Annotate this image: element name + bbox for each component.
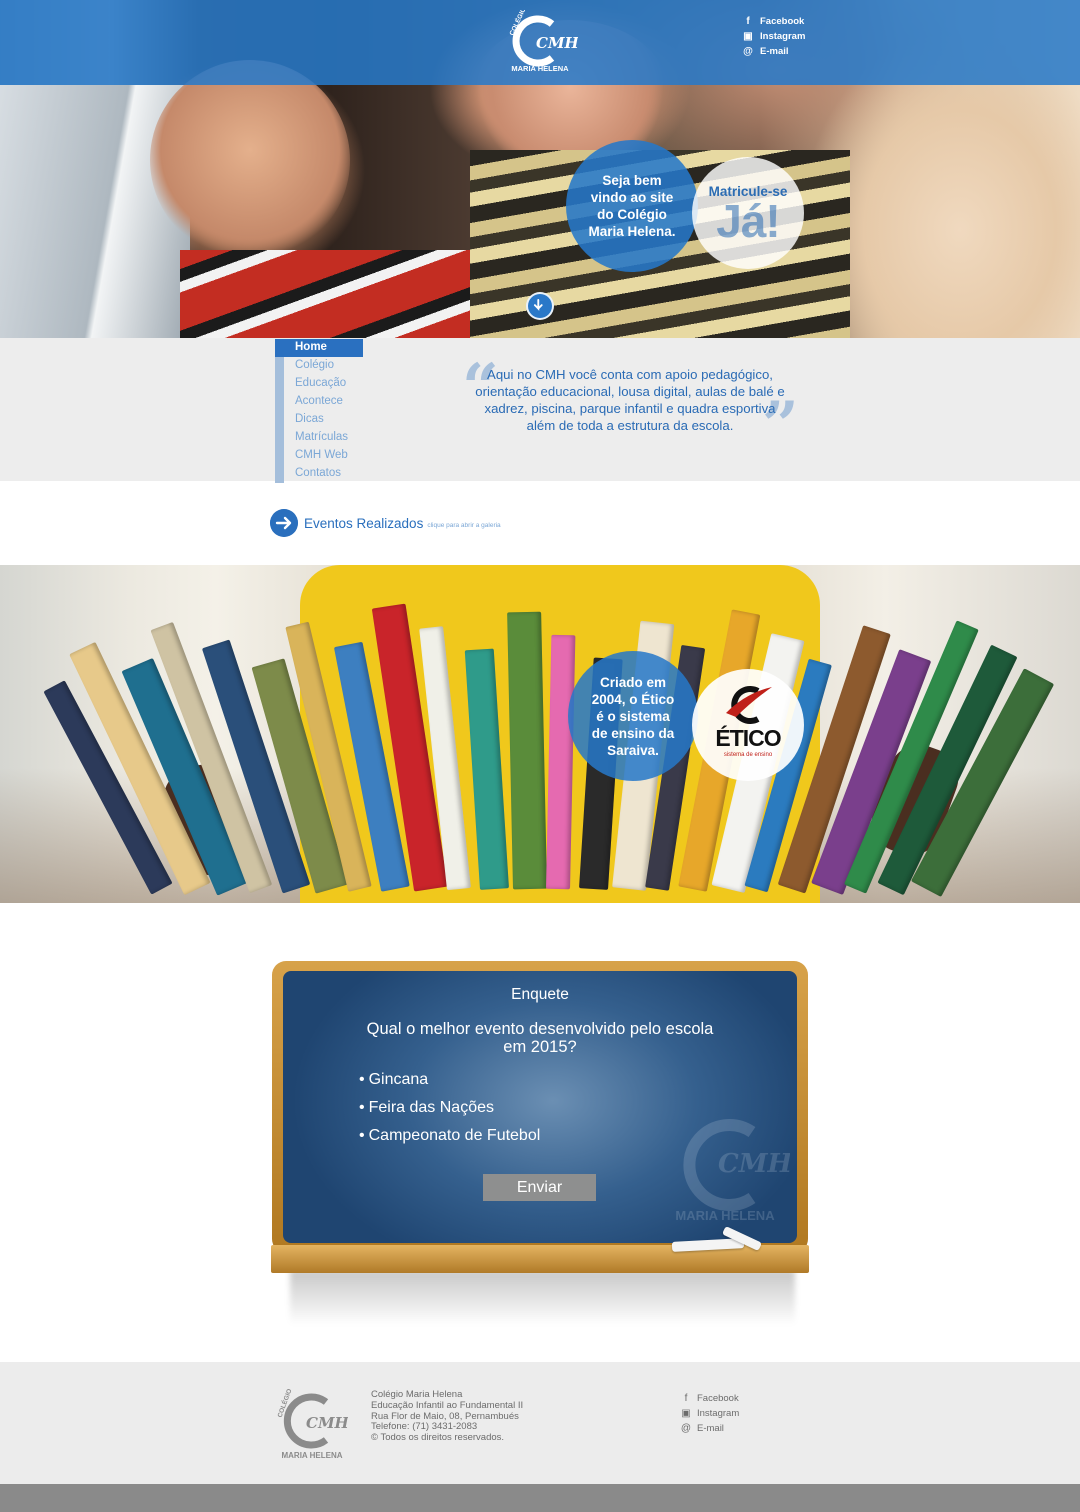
svg-text:MARIA HELENA: MARIA HELENA [281,1451,342,1460]
footer-social-facebook[interactable]: f Facebook [680,1391,739,1406]
events-subtitle: clique para abrir a galeria [427,521,501,529]
school-logo[interactable]: CMH COLÉGIO MARIA HELENA [502,10,578,74]
email-icon: @ [743,46,753,57]
arrow-down-icon[interactable] [526,292,554,320]
footer-line: Educação Infantil ao Fundamental II [371,1399,524,1411]
footer-line: © Todos os direitos reservados. [371,1432,505,1444]
nav-item-cmh-web[interactable]: CMH Web [275,447,363,465]
footer-social-email[interactable]: @ E-mail [680,1421,739,1436]
poll-question: Qual o melhor evento desenvolvido pelo e… [366,1020,714,1056]
board-shelf [271,1245,809,1273]
nav-item-acontece[interactable]: Acontece [275,393,363,411]
etico-logo[interactable]: ÉTICO sistema de ensino [692,669,804,781]
welcome-bubble: Seja bem vindo ao site do Colégio Maria … [566,140,698,272]
social-link-email[interactable]: @ E-mail [742,44,805,59]
hero-photo-shirt [180,250,490,338]
facebook-icon: f [684,1393,688,1404]
footer-school-logo[interactable]: CMH COLÉGIO MARIA HELENA [272,1386,348,1460]
email-icon: @ [680,1423,692,1434]
nav-item-colegio[interactable]: Colégio [275,357,363,375]
svg-text:MARIA HELENA: MARIA HELENA [675,1208,775,1223]
footer-social-instagram[interactable]: ▣ Instagram [680,1406,739,1421]
hero-photo-face [150,60,350,260]
events-gallery-link[interactable]: Eventos Realizados clique para abrir a g… [270,509,501,537]
header-social-links: f Facebook ▣ Instagram @ E-mail [742,14,805,59]
poll-option-gincana[interactable]: Gincana [359,1071,429,1089]
logo-mark: CMH [536,34,578,52]
instagram-icon: ▣ [681,1408,691,1419]
main-nav: Home Colégio Educação Acontece Dicas Mat… [275,339,363,483]
etico-info-bubble: Criado em 2004, o Ético é o sistema de e… [568,651,698,781]
nav-item-home[interactable]: Home [275,339,363,357]
etico-logo-icon [726,686,772,724]
logo-bottom-text: MARIA HELENA [511,64,569,73]
social-link-facebook[interactable]: f Facebook [742,14,805,29]
etico-brand: ÉTICO [715,725,781,751]
arrow-right-icon [270,509,298,537]
poll-option-futebol[interactable]: Campeonato de Futebol [359,1127,541,1145]
enroll-now-label: Já! [716,195,780,247]
etico-tagline: sistema de ensino [723,752,773,758]
nav-item-matriculas[interactable]: Matrículas [275,429,363,447]
nav-item-dicas[interactable]: Dicas [275,411,363,429]
social-link-instagram[interactable]: ▣ Instagram [742,29,805,44]
welcome-text: Seja bem vindo ao site do Colégio Maria … [588,173,676,239]
poll-submit-button[interactable]: Enviar [483,1174,596,1201]
nav-item-educacao[interactable]: Educação [275,375,363,393]
intro-quote: Aqui no CMH você conta com apoio pedagóg… [475,367,785,433]
instagram-icon: ▣ [743,31,753,42]
facebook-icon: f [746,16,750,27]
poll-title: Enquete [511,986,569,1003]
events-title: Eventos Realizados [304,515,424,531]
page: CMH COLÉGIO MARIA HELENA f Facebook ▣ Inst… [0,0,1080,1512]
school-logo-watermark: CMH MARIA HELENA [675,1119,790,1223]
book-spine [507,611,547,890]
nav-item-contatos[interactable]: Contatos [275,465,363,483]
footer-bottom-bar [0,1484,1080,1512]
poll-option-feira[interactable]: Feira das Nações [359,1099,494,1117]
board-shadow [290,1270,795,1325]
svg-text:CMH: CMH [718,1149,790,1179]
footer-contact-info: Colégio Maria Helena Educação Infantil a… [371,1389,524,1444]
svg-text:CMH: CMH [306,1414,348,1432]
etico-info-text: Criado em 2004, o Ético é o sistema de e… [591,674,675,758]
footer [0,1362,1080,1484]
hero-banner: CMH COLÉGIO MARIA HELENA f Facebook ▣ Inst… [0,0,1080,338]
books-banner [0,565,1080,903]
enroll-now-button[interactable]: Matricule-se Já! [692,157,804,269]
footer-social-links: f Facebook ▣ Instagram @ E-mail [680,1391,739,1436]
